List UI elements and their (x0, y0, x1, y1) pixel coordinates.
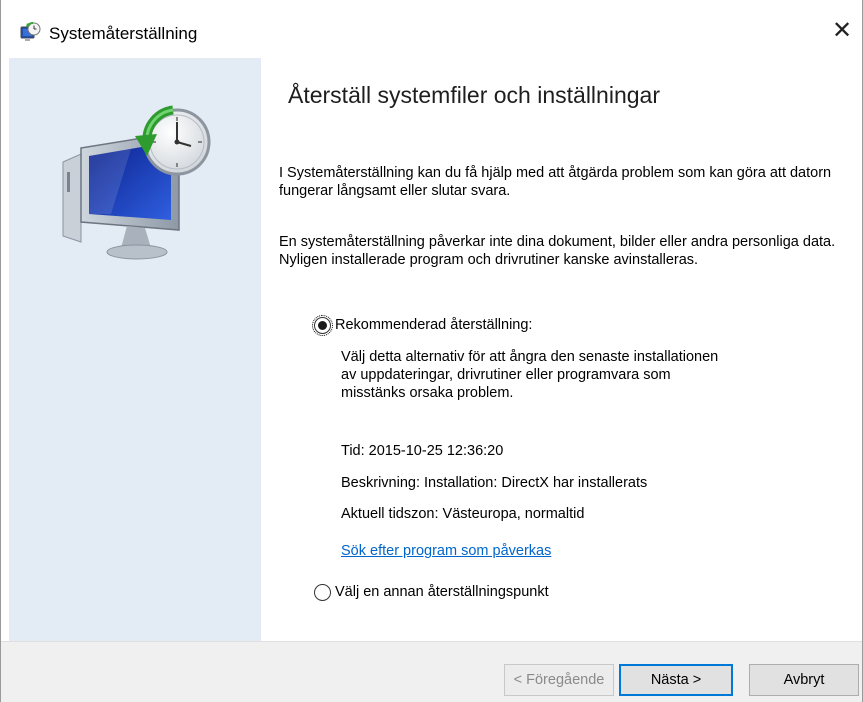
monitor-clock-restore-icon (61, 102, 221, 262)
button-bar: < Föregående Nästa > Avbryt (1, 641, 862, 702)
recommended-restore-radio[interactable] (312, 314, 333, 336)
back-button[interactable]: < Föregående (504, 664, 614, 696)
system-restore-icon (19, 22, 41, 44)
system-restore-dialog: Systemåterställning ✕ Återställ systemfi… (0, 0, 863, 702)
intro-paragraph: I Systemåterställning kan du få hjälp me… (279, 165, 832, 199)
next-button[interactable]: Nästa > (619, 664, 733, 696)
content-panel: Återställ systemfiler och inställningar … (261, 58, 862, 641)
info-paragraph: En systemåterställning påverkar inte din… (279, 234, 836, 268)
restore-time: Tid: 2015-10-25 12:36:20 (341, 443, 504, 459)
choose-other-restore-point-radio[interactable] (314, 583, 331, 601)
choose-other-restore-point-option[interactable]: Välj en annan återställningspunkt (314, 583, 549, 601)
scan-affected-programs-link[interactable]: Sök efter program som påverkas (341, 542, 551, 560)
recommended-restore-description: Välj detta alternativ för att ångra den … (341, 349, 719, 401)
window-title: Systemåterställning (49, 24, 198, 43)
choose-other-restore-point-label: Välj en annan återställningspunkt (335, 584, 549, 600)
title-bar: Systemåterställning ✕ (1, 0, 862, 58)
restore-timezone: Aktuell tidszon: Västeuropa, normaltid (341, 506, 585, 522)
restore-description: Beskrivning: Installation: DirectX har i… (341, 475, 648, 491)
close-button[interactable]: ✕ (822, 10, 862, 50)
recommended-restore-option[interactable]: Rekommenderad återställning: (312, 314, 533, 336)
close-icon: ✕ (831, 16, 853, 44)
sidebar-panel (9, 58, 261, 641)
recommended-restore-label: Rekommenderad återställning: (335, 317, 533, 333)
page-title: Återställ systemfiler och inställningar (288, 82, 660, 108)
cancel-button[interactable]: Avbryt (749, 664, 859, 696)
